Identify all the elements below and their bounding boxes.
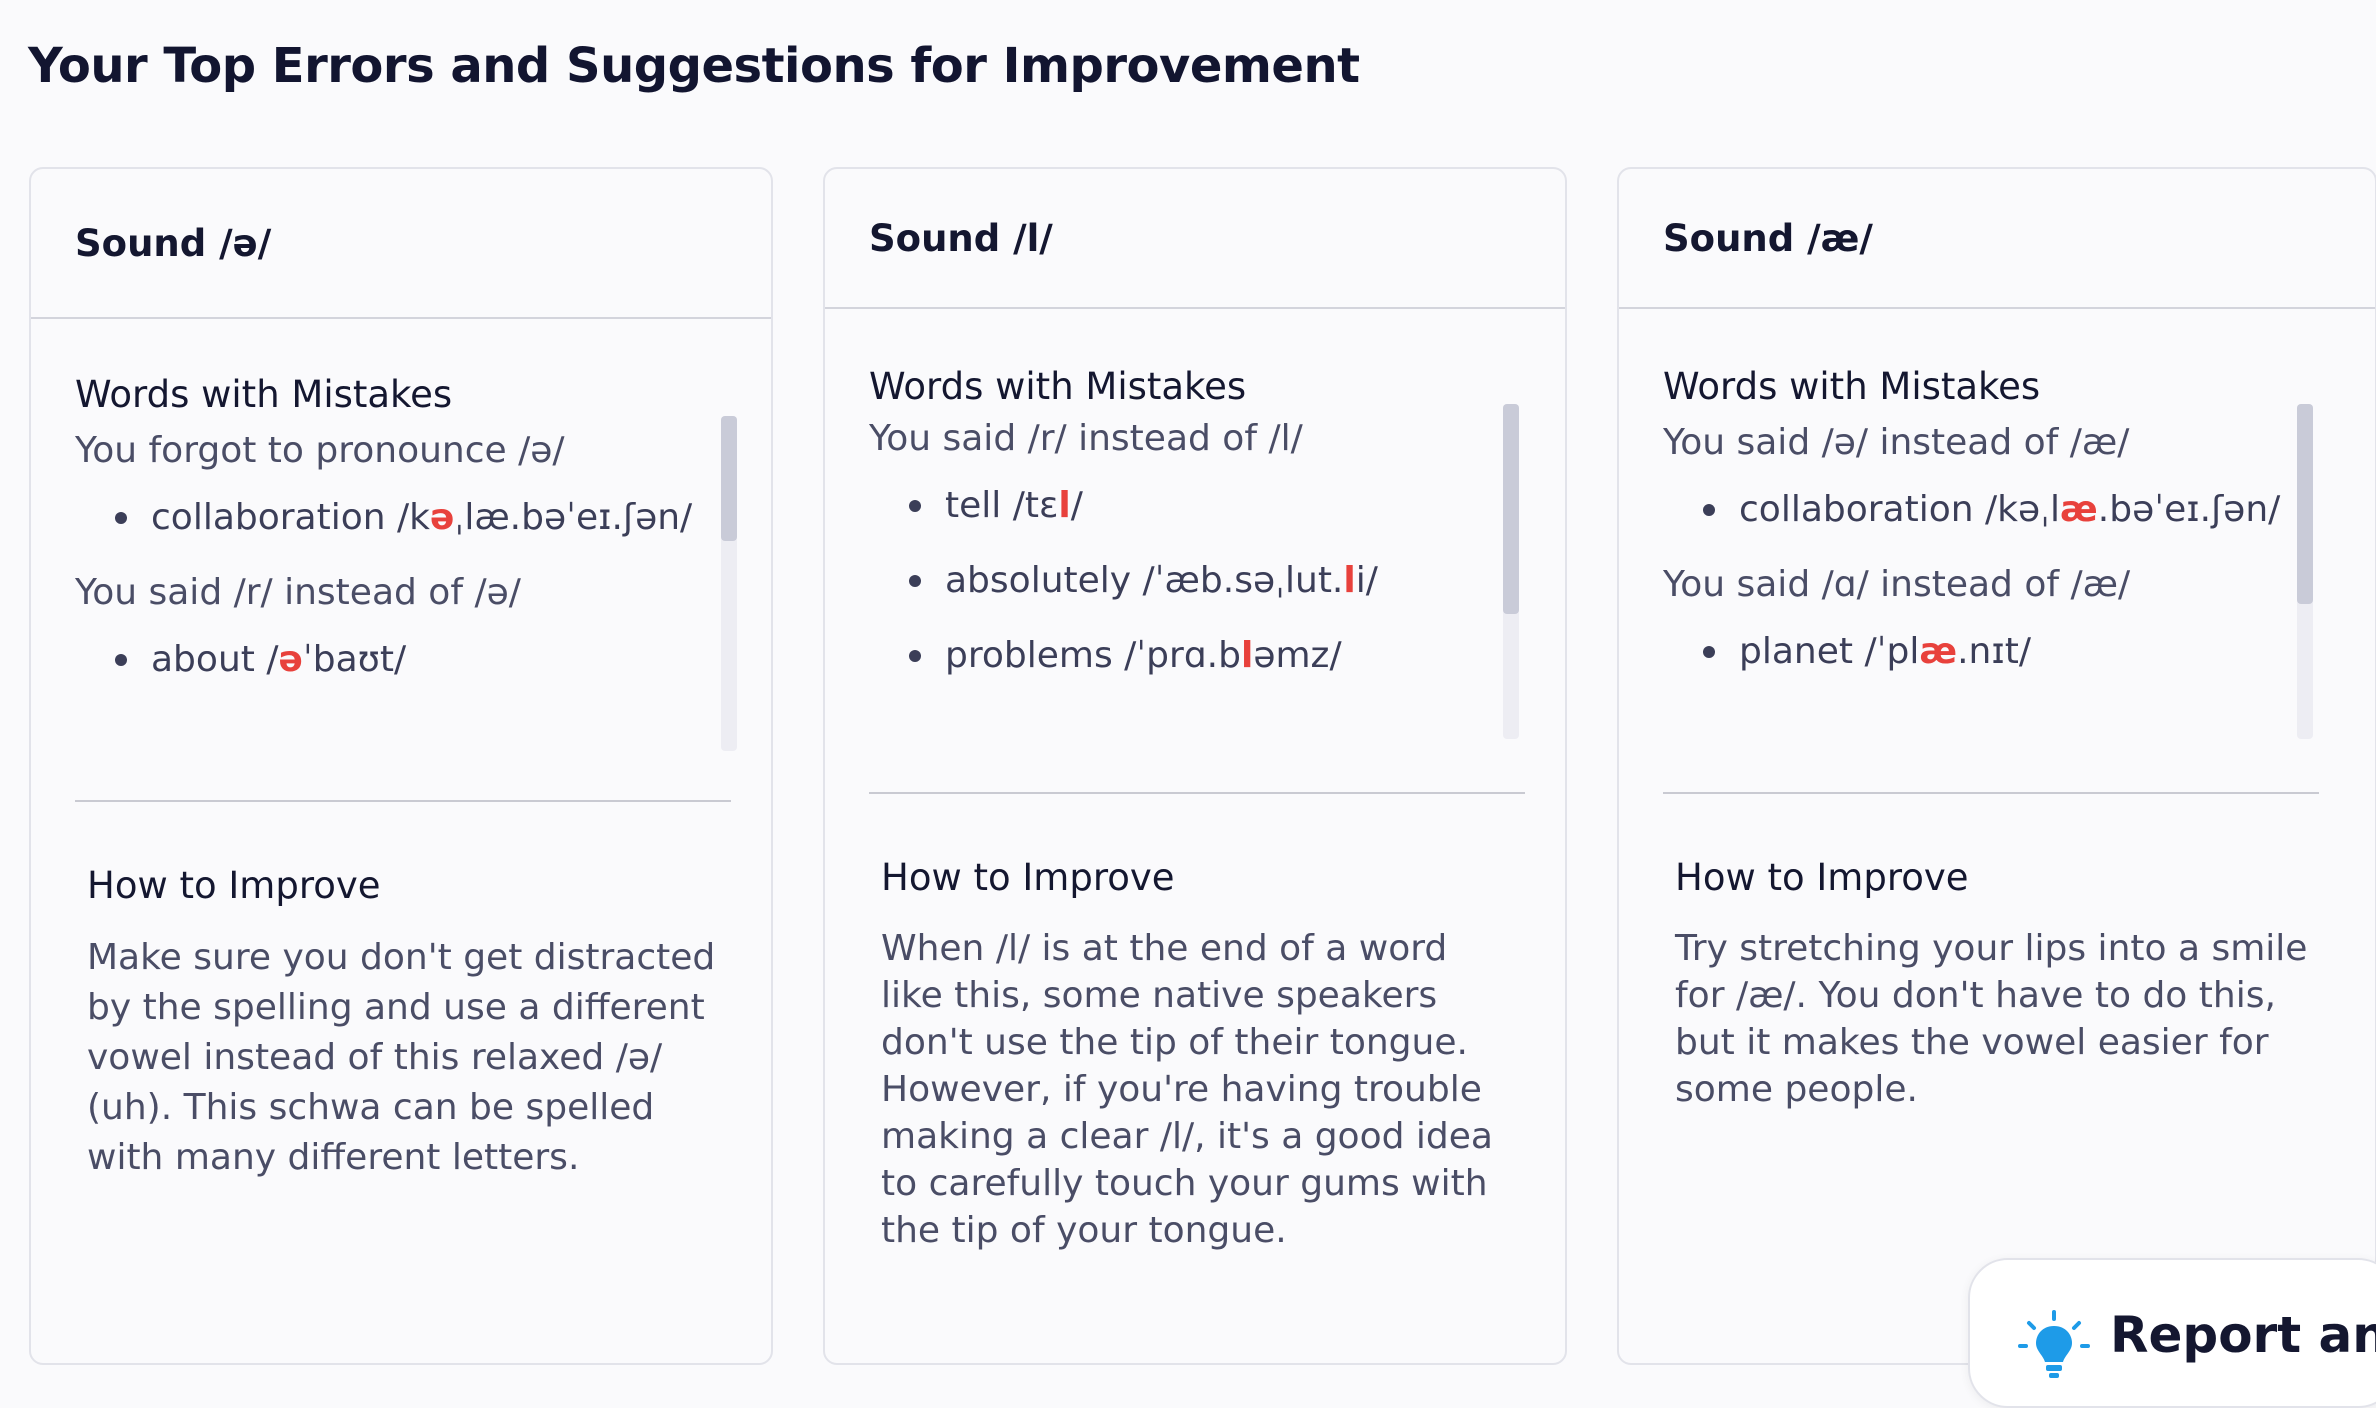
word-text: tell /tɛ — [945, 485, 1059, 526]
bullet — [909, 499, 921, 512]
scrollbar[interactable] — [2297, 404, 2313, 739]
word-text-rest: / — [1070, 485, 1083, 526]
word-text-rest: .nɪt/ — [1957, 631, 2031, 672]
highlighted-sound: l — [1240, 635, 1254, 676]
improve-text: Make sure you don't get distracted by th… — [87, 937, 716, 1178]
mistake-word: planet /ˈpl æ .nɪt/ — [1703, 631, 2293, 672]
highlighted-sound: æ — [2060, 489, 2098, 530]
highlighted-sound: æ — [1919, 631, 1958, 672]
card-title: Sound /æ/ — [1663, 216, 1873, 260]
error-card-l: Sound /l/ Words with Mistakes You said /… — [823, 167, 1567, 1365]
highlighted-sound: ə — [430, 497, 455, 538]
divider — [1663, 792, 2319, 794]
report-issue-label: Report an Is — [2110, 1306, 2376, 1364]
mistakes-panel: You said /ə/ instead of /æ/ collaboratio… — [1619, 404, 2375, 739]
divider — [869, 792, 1525, 794]
divider — [75, 800, 731, 802]
highlighted-sound: l — [1343, 560, 1356, 601]
report-issue-button[interactable]: Report an Is — [1968, 1258, 2376, 1408]
word-text-rest: .bəˈeɪ.ʃən/ — [2097, 489, 2281, 530]
scrollbar-thumb[interactable] — [1503, 404, 1519, 614]
page-title: Your Top Errors and Suggestions for Impr… — [28, 38, 1360, 94]
how-to-improve-heading: How to Improve — [87, 864, 381, 907]
mistake-word: collaboration /kəˌlæ.bəˈeɪ.ʃən/ — [115, 497, 705, 538]
word-text-rest: ˈbaʊt/ — [302, 639, 407, 680]
card-title: Sound /l/ — [869, 216, 1053, 260]
word-text-rest: ˌlæ.bəˈeɪ.ʃən/ — [454, 497, 693, 538]
mistake-list[interactable]: You said /r/ instead of /l/ tell /tɛ l / a… — [869, 408, 1499, 738]
mistake-word: absolutely /ˈæb.səˌlut. l i/ — [909, 560, 1499, 601]
card-header: Sound /l/ — [825, 169, 1565, 309]
how-to-improve-heading: How to Improve — [1675, 856, 1969, 899]
word-text: planet /ˈpl — [1739, 631, 1920, 672]
scrollbar-thumb[interactable] — [721, 416, 737, 541]
lightbulb-icon — [2018, 1310, 2090, 1386]
error-description: You said /ɑ/ instead of /æ/ — [1663, 564, 2131, 605]
error-description: You said /r/ instead of /ə/ — [75, 572, 521, 613]
bullet — [115, 653, 127, 666]
mistake-list[interactable]: You forgot to pronounce /ə/ collaboratio… — [75, 416, 705, 746]
mistake-word: tell /tɛ l / — [909, 485, 1499, 526]
word-text-rest: əmz/ — [1253, 635, 1342, 676]
bullet — [909, 574, 921, 587]
error-card-ae: Sound /æ/ Words with Mistakes You said /… — [1617, 167, 2376, 1365]
how-to-improve-heading: How to Improve — [881, 856, 1175, 899]
highlighted-sound: l — [1058, 485, 1071, 526]
highlighted-sound: ə — [278, 639, 303, 680]
word-text: collaboration /kəˌl — [1739, 489, 2061, 530]
bullet — [909, 649, 921, 662]
mistakes-panel: You forgot to pronounce /ə/ collaboratio… — [31, 416, 771, 751]
error-description: You forgot to pronounce /ə/ — [75, 430, 565, 471]
mistake-word: problems /ˈprɑ.b l əmz/ — [909, 635, 1499, 676]
mistake-word: collaboration /kəˌlæ.bəˈeɪ.ʃən/ — [1703, 489, 2293, 530]
words-with-mistakes-heading: Words with Mistakes — [75, 373, 453, 416]
bullet — [1703, 645, 1715, 658]
word-text: absolutely /ˈæb.səˌlut. — [945, 560, 1344, 601]
error-description: You said /ə/ instead of /æ/ — [1663, 422, 2130, 463]
card-title: Sound /ə/ — [75, 221, 272, 265]
bullet — [115, 511, 127, 524]
error-description: You said /r/ instead of /l/ — [869, 418, 1303, 459]
words-with-mistakes-heading: Words with Mistakes — [1663, 365, 2041, 408]
mistake-list[interactable]: You said /ə/ instead of /æ/ collaboratio… — [1663, 408, 2293, 738]
scrollbar[interactable] — [721, 416, 737, 751]
mistakes-panel: You said /r/ instead of /l/ tell /tɛ l / a… — [825, 404, 1565, 739]
card-header: Sound /æ/ — [1619, 169, 2375, 309]
words-with-mistakes-heading: Words with Mistakes — [869, 365, 1247, 408]
bullet — [1703, 503, 1715, 516]
word-text: problems /ˈprɑ.b — [945, 635, 1241, 676]
word-text: collaboration /k — [151, 497, 430, 538]
mistake-word: about / ə ˈbaʊt/ — [115, 639, 705, 680]
scrollbar[interactable] — [1503, 404, 1519, 739]
word-text: about / — [151, 639, 279, 680]
improve-text: When /l/ is at the end of a word like th… — [881, 928, 1493, 1251]
card-header: Sound /ə/ — [31, 169, 771, 319]
scrollbar-thumb[interactable] — [2297, 404, 2313, 604]
error-card-schwa: Sound /ə/ Words with Mistakes You forgot… — [29, 167, 773, 1365]
improve-text: Try stretching your lips into a smile fo… — [1675, 928, 2308, 1110]
word-text-rest: i/ — [1355, 560, 1378, 601]
